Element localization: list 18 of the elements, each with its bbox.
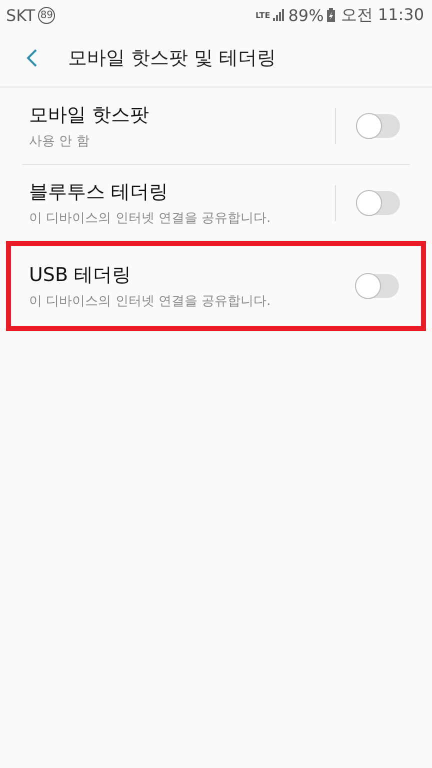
setting-subtitle: 사용 안 함 xyxy=(29,133,90,150)
back-icon xyxy=(26,48,38,68)
toggle-switch[interactable] xyxy=(356,114,400,138)
battery-icon xyxy=(326,8,335,22)
carrier-badge: 89 xyxy=(38,6,56,24)
battery-label: 89% xyxy=(288,6,324,24)
network-label: LTE xyxy=(256,10,270,20)
setting-subtitle: 이 디바이스의 인터넷 연결을 공유합니다. xyxy=(29,293,272,310)
time-label: 오전 11:30 xyxy=(340,4,424,26)
toggle-switch[interactable] xyxy=(356,191,400,215)
signal-icon xyxy=(273,9,286,21)
screen-title: 모바일 핫스팟 및 테더링 xyxy=(68,46,276,71)
setting-title: 모바일 핫스팟 xyxy=(29,103,150,128)
setting-title: 블루투스 테더링 xyxy=(29,180,170,205)
carrier-label: SKT xyxy=(6,6,36,24)
setting-title: USB 테더링 xyxy=(29,263,132,288)
toggle-switch[interactable] xyxy=(355,274,399,298)
setting-subtitle: 이 디바이스의 인터넷 연결을 공유합니다. xyxy=(29,210,272,227)
